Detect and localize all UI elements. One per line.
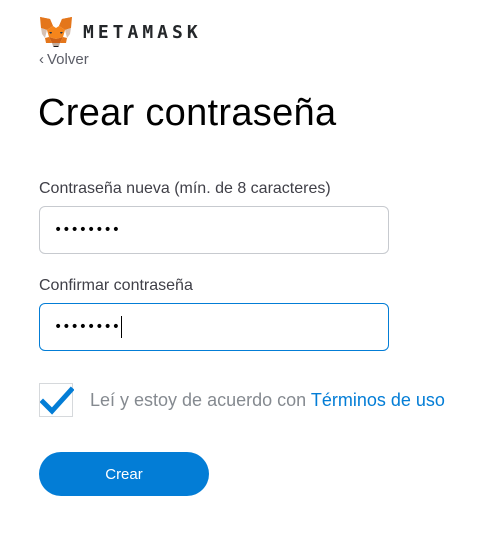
confirm-password-label: Confirmar contraseña <box>39 277 193 294</box>
back-link-label: Volver <box>47 51 89 68</box>
terms-text: Leí y estoy de acuerdo con Términos de u… <box>90 390 445 411</box>
page-title: Crear contraseña <box>38 92 337 134</box>
new-password-label: Contraseña nueva (mín. de 8 caracteres) <box>39 180 331 197</box>
brand-wordmark: METAMASK <box>83 21 202 43</box>
text-cursor <box>121 316 123 338</box>
terms-of-use-link[interactable]: Términos de uso <box>311 390 445 410</box>
confirm-password-value: •••••••• <box>54 319 121 335</box>
metamask-fox-icon <box>40 17 72 47</box>
new-password-value: •••••••• <box>54 222 121 238</box>
back-link[interactable]: ‹ Volver <box>39 51 89 68</box>
checkmark-icon <box>40 386 74 415</box>
new-password-input[interactable]: •••••••• <box>39 206 389 254</box>
terms-checkbox[interactable] <box>39 383 74 417</box>
create-button[interactable]: Crear <box>39 452 209 496</box>
metamask-logo: METAMASK <box>39 16 202 48</box>
terms-prefix: Leí y estoy de acuerdo con <box>90 390 311 410</box>
confirm-password-input[interactable]: •••••••• <box>39 303 389 351</box>
chevron-left-icon: ‹ <box>39 51 44 68</box>
